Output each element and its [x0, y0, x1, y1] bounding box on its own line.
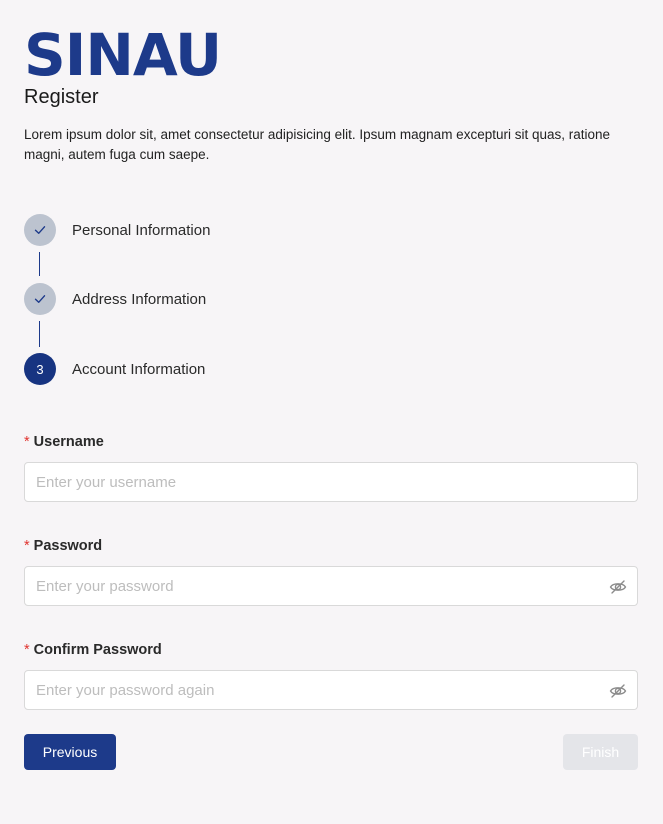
confirm-password-field: [24, 670, 638, 710]
step-label: Personal Information: [72, 221, 211, 239]
step-label: Account Information: [72, 360, 206, 378]
step-number-indicator: 3: [24, 353, 56, 385]
username-field: [24, 462, 638, 502]
register-page: SINAU Register Lorem ipsum dolor sit, am…: [0, 0, 663, 824]
page-description: Lorem ipsum dolor sit, amet consectetur …: [24, 127, 611, 162]
step-connector: [39, 321, 40, 347]
password-input[interactable]: [36, 567, 596, 605]
page-title: Register: [24, 86, 99, 108]
previous-button[interactable]: Previous: [24, 734, 116, 770]
step-personal-information: Personal Information: [24, 214, 210, 246]
password-label: * Password: [24, 538, 102, 554]
required-marker: *: [24, 642, 30, 658]
step-account-information: 3 Account Information: [24, 353, 205, 385]
brand-logo: SINAU: [24, 21, 222, 89]
step-label: Address Information: [72, 290, 207, 308]
required-marker: *: [24, 538, 30, 554]
check-icon: [34, 226, 46, 234]
password-label-text: Password: [33, 538, 103, 554]
confirm-password-label-text: Confirm Password: [33, 642, 162, 658]
check-icon: [34, 295, 46, 303]
step-address-information: Address Information: [24, 283, 206, 315]
username-input[interactable]: [36, 463, 596, 501]
confirm-password-label: * Confirm Password: [24, 642, 162, 658]
confirm-password-input[interactable]: [36, 671, 596, 709]
required-marker: *: [24, 434, 30, 450]
username-label: * Username: [24, 434, 104, 450]
eye-slash-icon[interactable]: [609, 578, 627, 596]
password-field: [24, 566, 638, 606]
finish-button[interactable]: Finish: [563, 734, 638, 770]
step-completed-indicator: [24, 214, 56, 246]
username-label-text: Username: [33, 434, 104, 450]
eye-slash-icon[interactable]: [609, 682, 627, 700]
step-completed-indicator: [24, 283, 56, 315]
step-connector: [39, 252, 40, 276]
